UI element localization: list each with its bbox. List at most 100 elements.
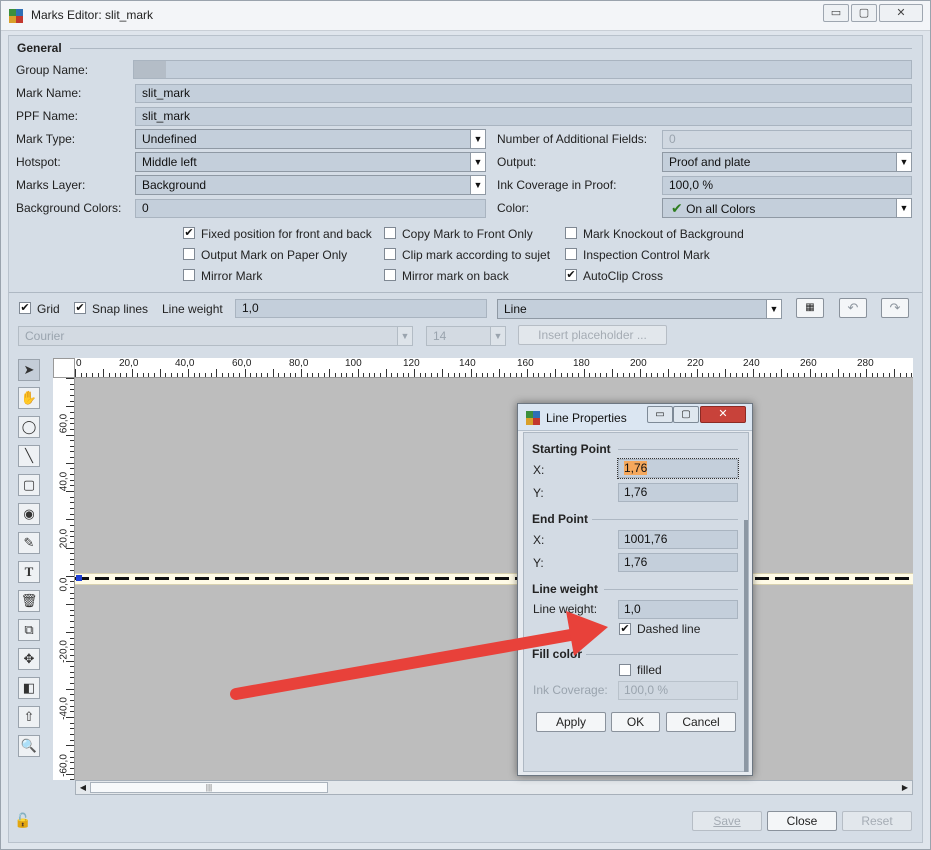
- cancel-button[interactable]: Cancel: [666, 712, 736, 732]
- end-y-field[interactable]: 1,76: [618, 553, 738, 572]
- ruler-tick: [346, 373, 348, 377]
- dialog-line-weight-field[interactable]: 1,0: [618, 600, 738, 619]
- dialog-restore-button[interactable]: ▢: [673, 406, 699, 423]
- output-select[interactable]: Proof and plate ▼: [662, 152, 912, 172]
- fill-tool-icon[interactable]: ◉: [18, 503, 40, 525]
- ruler-tick: [702, 373, 704, 377]
- close-window-button[interactable]: ✕: [879, 4, 923, 22]
- filled-checkbox[interactable]: [619, 664, 631, 676]
- rectangle-tool-icon[interactable]: ▢: [18, 474, 40, 496]
- bring-to-front-icon[interactable]: ⇧: [18, 706, 40, 728]
- line-properties-dialog: Line Properties ▭ ▢ ✕ Starting Point X: …: [517, 403, 753, 776]
- line-weight-toolbar-field[interactable]: 1,0: [235, 299, 487, 318]
- background-colors-field[interactable]: 0: [135, 199, 486, 218]
- end-x-field[interactable]: 1001,76: [618, 530, 738, 549]
- hand-pan-icon[interactable]: ✋: [18, 387, 40, 409]
- move-icon[interactable]: ✥: [18, 648, 40, 670]
- additional-fields-field[interactable]: 0: [662, 130, 912, 149]
- ink-coverage-field[interactable]: 100,0 %: [662, 176, 912, 195]
- mark-name-field[interactable]: slit_mark: [135, 84, 912, 103]
- ruler-h-label: 140: [459, 358, 476, 369]
- ruler-tick: [70, 564, 74, 566]
- copy-icon[interactable]: ⧉: [18, 619, 40, 641]
- grid-settings-button[interactable]: ▦: [796, 298, 824, 318]
- ruler-tick: [70, 609, 74, 611]
- ruler-tick: [159, 369, 161, 377]
- option-checkbox[interactable]: [183, 248, 195, 260]
- horizontal-scrollbar[interactable]: ◀ ||| ▶: [75, 780, 913, 795]
- option-checkbox[interactable]: [183, 269, 195, 281]
- color-label: Color:: [497, 201, 530, 215]
- minimize-button[interactable]: ▭: [823, 4, 849, 22]
- ruler-h-label: 160: [517, 358, 534, 369]
- ruler-tick: [75, 369, 76, 377]
- hotspot-select[interactable]: Middle left ▼: [135, 152, 486, 172]
- ruler-tick: [70, 536, 74, 538]
- ruler-tick: [487, 373, 489, 377]
- ruler-tick: [882, 373, 884, 377]
- ruler-tick: [820, 373, 822, 377]
- trash-icon[interactable]: 🗑: [18, 590, 40, 612]
- option-checkbox[interactable]: ✔: [183, 227, 195, 239]
- option-label: Fixed position for front and back: [201, 227, 372, 241]
- ppf-name-field[interactable]: slit_mark: [135, 107, 912, 126]
- shape-type-select[interactable]: Line ▼: [497, 299, 782, 319]
- text-tool-icon[interactable]: T: [18, 561, 40, 583]
- start-y-field[interactable]: 1,76: [618, 483, 738, 502]
- group-name-field[interactable]: [133, 60, 912, 79]
- ruler-tick: [70, 643, 74, 645]
- redo-button[interactable]: ↷: [881, 298, 909, 318]
- marks-layer-select[interactable]: Background ▼: [135, 175, 486, 195]
- shape-type-value: Line: [504, 302, 527, 316]
- ruler-tick: [70, 666, 74, 668]
- select-arrow-icon[interactable]: ➤: [18, 359, 40, 381]
- option-checkbox[interactable]: ✔: [565, 269, 577, 281]
- dashed-slit-line[interactable]: [75, 577, 913, 580]
- option-checkbox[interactable]: [384, 227, 396, 239]
- option-label: Mirror Mark: [201, 269, 263, 283]
- reset-button[interactable]: Reset: [842, 811, 912, 831]
- font-size-select[interactable]: 14 ▼: [426, 326, 506, 346]
- start-x-field[interactable]: 1,76: [617, 458, 739, 479]
- ruler-tick: [843, 373, 845, 377]
- ruler-tick: [142, 373, 144, 377]
- font-select[interactable]: Courier ▼: [18, 326, 413, 346]
- option-checkbox[interactable]: [565, 227, 577, 239]
- ruler-tick: [899, 373, 901, 377]
- ellipse-tool-icon[interactable]: ◯: [18, 416, 40, 438]
- color-select[interactable]: ✔ On all Colors ▼: [662, 198, 912, 218]
- drawing-canvas[interactable]: [75, 378, 913, 780]
- ruler-tick: [154, 373, 156, 377]
- dialog-close-icon[interactable]: ✕: [700, 406, 746, 423]
- option-checkbox[interactable]: [565, 248, 577, 260]
- scroll-right-icon[interactable]: ▶: [899, 782, 911, 793]
- line-weight-divider: [604, 589, 738, 590]
- ruler-tick: [261, 373, 263, 377]
- scrollbar-thumb[interactable]: |||: [90, 782, 328, 793]
- save-button[interactable]: Save: [692, 811, 762, 831]
- dialog-minimize-button[interactable]: ▭: [647, 406, 673, 423]
- ruler-tick: [70, 722, 74, 724]
- dialog-ink-coverage-field[interactable]: 100,0 %: [618, 681, 738, 700]
- stroke-tool-icon[interactable]: ✎: [18, 532, 40, 554]
- ruler-tick: [66, 688, 74, 690]
- undo-button[interactable]: ↶: [839, 298, 867, 318]
- close-button[interactable]: Close: [767, 811, 837, 831]
- ok-button[interactable]: OK: [611, 712, 660, 732]
- scroll-left-icon[interactable]: ◀: [77, 782, 89, 793]
- dashed-line-checkbox[interactable]: ✔: [619, 623, 631, 635]
- mark-type-select[interactable]: Undefined ▼: [135, 129, 486, 149]
- option-checkbox[interactable]: [384, 248, 396, 260]
- hotspot-handle[interactable]: [76, 575, 82, 581]
- apply-button[interactable]: Apply: [536, 712, 606, 732]
- zoom-icon[interactable]: 🔍: [18, 735, 40, 757]
- lock-icon[interactable]: 🔓: [14, 812, 31, 829]
- ruler-tick: [289, 373, 291, 377]
- align-icon[interactable]: ◧: [18, 677, 40, 699]
- grid-checkbox[interactable]: ✔: [19, 302, 31, 314]
- line-tool-icon[interactable]: ╲: [18, 445, 40, 467]
- insert-placeholder-button[interactable]: Insert placeholder ...: [518, 325, 667, 345]
- option-checkbox[interactable]: [384, 269, 396, 281]
- snap-lines-checkbox[interactable]: ✔: [74, 302, 86, 314]
- restore-button[interactable]: ▢: [851, 4, 877, 22]
